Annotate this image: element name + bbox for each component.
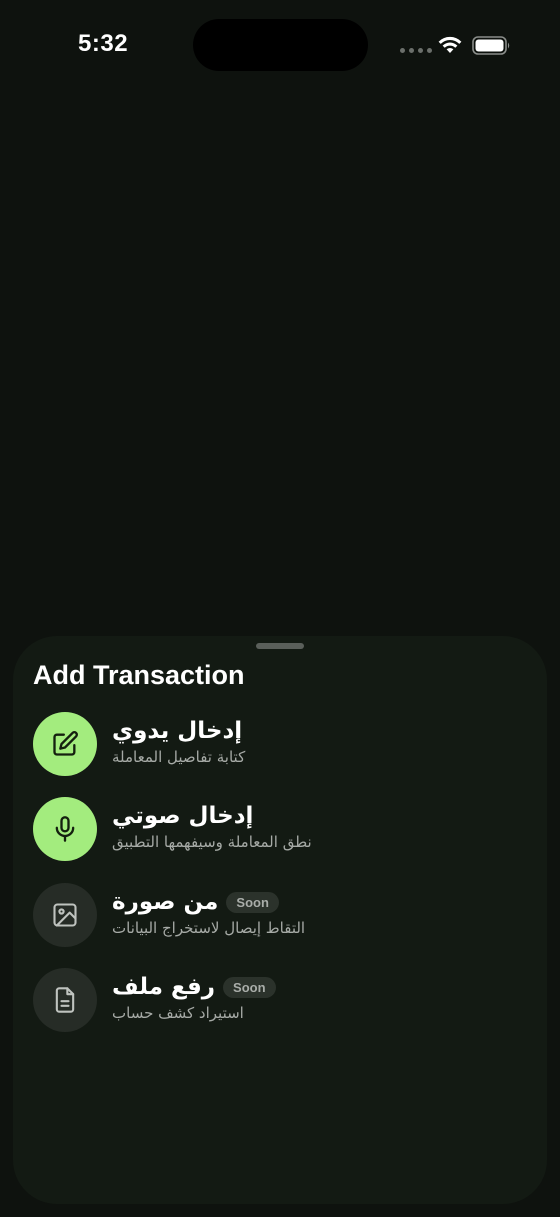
manual-entry-text: إدخال يدوي كتابة تفاصيل المعاملة [112,718,245,766]
option-title: إدخال يدوي [112,718,243,744]
upload-file-icon-circle [33,968,97,1032]
option-subtitle: استيراد كشف حساب [112,1004,244,1022]
dynamic-island [193,19,368,71]
from-image-icon-circle [33,883,97,947]
manual-entry-icon-circle [33,712,97,776]
option-title: من صورة [112,889,219,915]
option-voice-entry[interactable]: إدخال صوتي نطق المعاملة وسيفهمها التطبيق [33,797,527,863]
option-title: إدخال صوتي [112,803,254,829]
upload-file-text: رفع ملف Soon استيراد كشف حساب [112,974,276,1022]
sheet-grabber-handle[interactable] [256,643,304,649]
microphone-icon [55,816,75,842]
option-upload-file[interactable]: رفع ملف Soon استيراد كشف حساب [33,968,527,1034]
cellular-signal-icon [400,48,432,53]
voice-entry-text: إدخال صوتي نطق المعاملة وسيفهمها التطبيق [112,803,312,851]
option-manual-entry[interactable]: إدخال يدوي كتابة تفاصيل المعاملة [33,712,527,778]
soon-badge: Soon [226,891,279,913]
battery-icon [472,36,510,55]
sheet-title: Add Transaction [33,660,245,690]
image-icon [53,903,77,927]
option-subtitle: التقاط إيصال لاستخراج البيانات [112,919,306,937]
document-icon [55,987,75,1013]
wifi-icon [438,36,462,53]
soon-badge: Soon [223,976,276,998]
status-bar: 5:32 [0,0,560,92]
voice-entry-icon-circle [33,797,97,861]
option-subtitle: نطق المعاملة وسيفهمها التطبيق [112,833,312,851]
from-image-text: من صورة Soon التقاط إيصال لاستخراج البيا… [112,889,305,937]
option-title: رفع ملف [112,974,216,1000]
screen: 5:32 Add Transaction إدخال يدوي كتابة تف… [0,0,560,1217]
edit-icon [53,731,78,756]
option-from-image[interactable]: من صورة Soon التقاط إيصال لاستخراج البيا… [33,883,527,949]
status-time: 5:32 [78,30,129,57]
add-transaction-sheet: Add Transaction إدخال يدوي كتابة تفاصيل … [13,636,547,1204]
option-subtitle: كتابة تفاصيل المعاملة [112,748,246,766]
